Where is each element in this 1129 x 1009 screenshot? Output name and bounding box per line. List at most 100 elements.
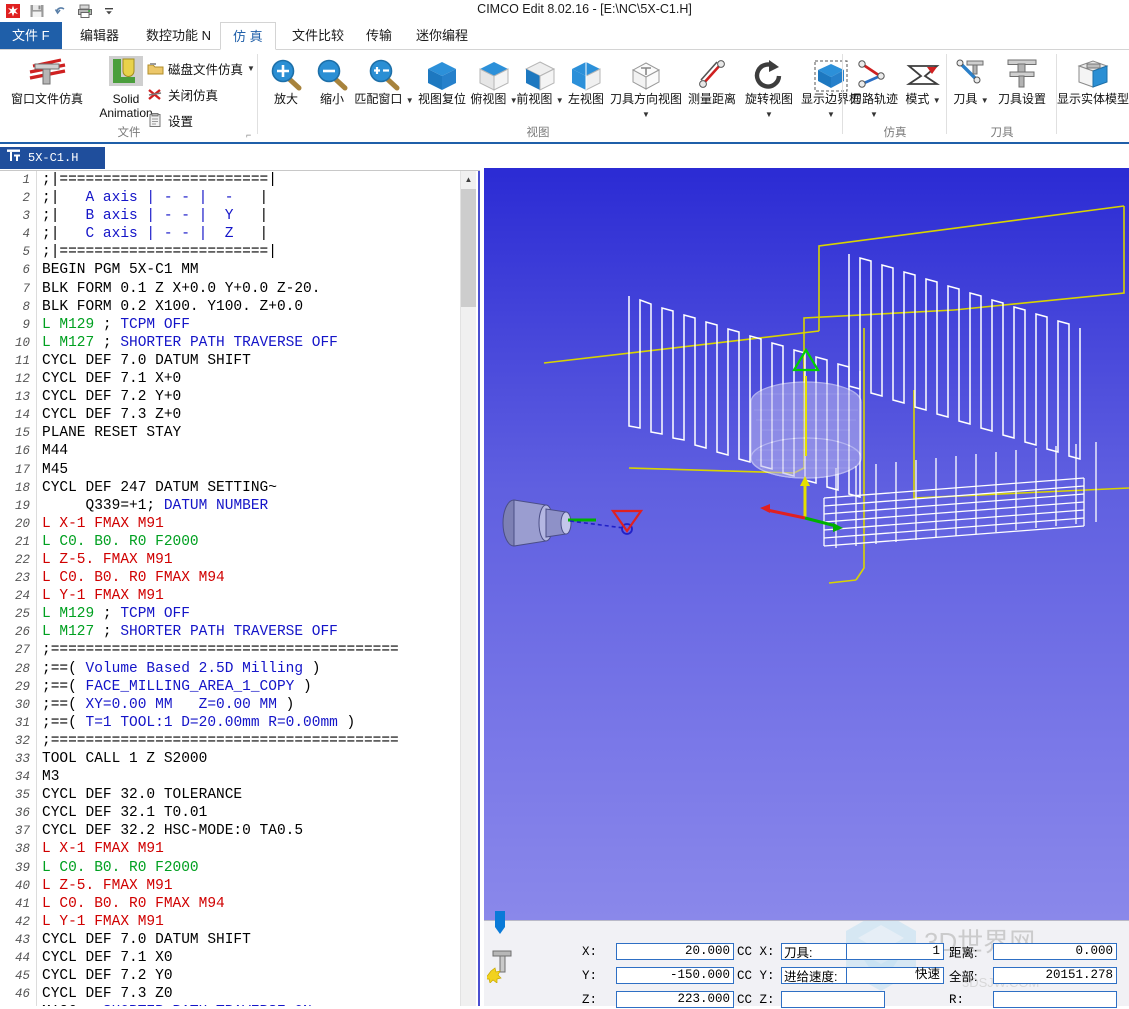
code-line[interactable]: 17 M45 [0, 460, 462, 479]
mode-button[interactable]: 模式 ▼ [901, 52, 945, 106]
code-line[interactable]: 43 CYCL DEF 7.0 DATUM SHIFT [0, 930, 462, 950]
code-line[interactable]: 42 L Y-1 FMAX M91 [0, 912, 462, 931]
code-line[interactable]: 41 L C0. B0. R0 FMAX M94 [0, 894, 462, 913]
code-line[interactable]: 21 L C0. B0. R0 F2000 [0, 532, 462, 551]
code-line[interactable]: 16 M44 [0, 442, 462, 461]
ribbon-tab-nc[interactable]: 数控功能 N [134, 22, 223, 50]
code-line[interactable]: 3 ;| B axis | - - | Y | [0, 207, 462, 226]
scrollbar-thumb[interactable] [461, 189, 476, 307]
file-group-dialog-launcher-icon[interactable]: ⌐ [246, 131, 255, 140]
code-line[interactable]: 28 ;==( Volume Based 2.5D Milling ) [0, 659, 462, 678]
code-line[interactable]: 35 CYCL DEF 32.0 TOLERANCE [0, 786, 462, 805]
status-x-field[interactable]: 20.000 [616, 943, 734, 960]
status-tool-field[interactable]: 1 [846, 943, 944, 960]
code-line[interactable]: 46 CYCL DEF 7.3 Z0 [0, 985, 462, 1004]
code-line[interactable]: 11 CYCL DEF 7.0 DATUM SHIFT [0, 351, 462, 371]
editor-vertical-scrollbar[interactable]: ▲ [460, 171, 476, 1006]
window-file-simulate-button[interactable]: 窗口文件仿真 [4, 52, 90, 106]
reset-view-button[interactable]: 视图复位 [412, 52, 472, 106]
code-line[interactable]: 23 L C0. B0. R0 FMAX M94 [0, 569, 462, 588]
code-line[interactable]: 37 CYCL DEF 32.2 HSC-MODE:0 TA0.5 [0, 822, 462, 841]
code-line[interactable]: 12 CYCL DEF 7.1 X+0 [0, 370, 462, 389]
scroll-up-arrow-icon[interactable]: ▲ [461, 171, 476, 187]
ribbon-tab-transfer[interactable]: 传输 [354, 22, 404, 50]
code-line[interactable]: 30 ;==( XY=0.00 MM Z=0.00 MM ) [0, 695, 462, 714]
toolpath-label: 刀路轨迹 [849, 92, 898, 106]
status-ccz-field[interactable] [781, 991, 885, 1008]
ribbon-tab-file[interactable]: 文件 F [0, 22, 62, 50]
chevron-down-icon[interactable]: ▼ [827, 110, 835, 119]
ribbon-tab-compare[interactable]: 文件比较 [280, 22, 356, 50]
front-view-button[interactable]: 前视图 ▼ [516, 52, 564, 106]
status-total-field[interactable]: 20151.278 [993, 967, 1117, 984]
code-line[interactable]: 44 CYCL DEF 7.1 X0 [0, 949, 462, 968]
status-z-field[interactable]: 223.000 [616, 991, 734, 1008]
code-line[interactable]: 24 L Y-1 FMAX M91 [0, 587, 462, 606]
status-feedrate-field[interactable]: 快速 [846, 967, 944, 984]
ribbon-tab-editor[interactable]: 编辑器 [68, 22, 131, 50]
line-number: 45 [14, 969, 30, 984]
ribbon-tab-simulation[interactable]: 仿 真 [220, 22, 276, 50]
code-line[interactable]: 8 BLK FORM 0.2 X100. Y100. Z+0.0 [0, 297, 462, 316]
chevron-down-icon[interactable]: ▼ [933, 96, 941, 105]
code-line[interactable]: 36 CYCL DEF 32.1 T0.01 [0, 804, 462, 823]
top-view-button[interactable]: 俯视图 ▼ [470, 52, 518, 106]
code-line[interactable]: 15 PLANE RESET STAY [0, 424, 462, 443]
code-line[interactable]: 34 M3 [0, 768, 462, 787]
status-r-field[interactable] [993, 991, 1117, 1008]
tool-settings-button[interactable]: 刀具设置 [991, 52, 1053, 106]
code-line[interactable]: 10 L M127 ; SHORTER PATH TRAVERSE OFF [0, 333, 462, 352]
code-line[interactable]: 22 L Z-5. FMAX M91 [0, 550, 462, 570]
chevron-down-icon[interactable]: ▼ [870, 110, 878, 119]
tool-button[interactable]: 刀具 ▼ [949, 52, 993, 106]
zoom-out-button[interactable]: 缩小 [308, 52, 356, 106]
code-line[interactable]: 6 BEGIN PGM 5X-C1 MM [0, 261, 462, 280]
ribbon-tab-strip[interactable]: 文件 F 编辑器 数控功能 N 仿 真 文件比较 传输 迷你编程 [0, 22, 1129, 50]
code-line[interactable]: 31 ;==( T=1 TOOL:1 D=20.00mm R=0.00mm ) [0, 713, 462, 732]
code-line[interactable]: 25 L M129 ; TCPM OFF [0, 605, 462, 624]
code-line[interactable]: 2 ;| A axis | - - | - | [0, 189, 462, 208]
code-editor[interactable]: 1 ;|========================| 2 ;| A axis |… [0, 171, 462, 1006]
code-line[interactable]: 4 ;| C axis | - - | Z | [0, 225, 462, 244]
code-line[interactable]: 29 ;==( FACE_MILLING_AREA_1_COPY ) [0, 677, 462, 696]
code-line[interactable]: 32 ;=====================================… [0, 731, 462, 750]
zoom-fit-button[interactable]: 匹配窗口 ▼ [354, 52, 414, 106]
document-tab-bar[interactable]: 5X-C1.H [0, 144, 480, 171]
tool-axis-view-button[interactable]: 刀具方向视图 ▼ [606, 52, 686, 120]
zoom-in-button[interactable]: 放大 [262, 52, 310, 106]
simulation-viewport[interactable] [484, 168, 1129, 920]
disk-file-simulate-button[interactable]: 磁盘文件仿真 ▼ [146, 57, 255, 79]
close-simulate-button[interactable]: 关闭仿真 [146, 83, 218, 105]
code-line[interactable]: 27 ;=====================================… [0, 641, 462, 660]
code-line[interactable]: 14 CYCL DEF 7.3 Z+0 [0, 406, 462, 425]
chevron-down-icon[interactable]: ▼ [247, 64, 255, 73]
code-line[interactable]: 9 L M129 ; TCPM OFF [0, 315, 462, 334]
left-view-button[interactable]: 左视图 [562, 52, 610, 106]
code-line[interactable]: 26 L M127 ; SHORTER PATH TRAVERSE OFF [0, 623, 462, 642]
code-line[interactable]: 38 L X-1 FMAX M91 [0, 840, 462, 859]
code-line[interactable]: 39 L C0. B0. R0 F2000 [0, 858, 462, 877]
code-line[interactable]: 5 ;|========================| [0, 243, 462, 262]
document-tab-5x-c1[interactable]: 5X-C1.H [0, 147, 105, 169]
show-solid-model-button[interactable]: 显示实体模型 [1057, 52, 1129, 106]
status-y-field[interactable]: -150.000 [616, 967, 734, 984]
viewport-top-bar [484, 144, 1129, 168]
chevron-down-icon[interactable]: ▼ [642, 110, 650, 119]
ribbon-tab-mini-prog[interactable]: 迷你编程 [404, 22, 480, 50]
code-line[interactable]: 45 CYCL DEF 7.2 Y0 [0, 967, 462, 986]
code-line[interactable]: 40 L Z-5. FMAX M91 [0, 876, 462, 895]
measure-distance-button[interactable]: 测量距离 [682, 52, 742, 106]
toolpath-button[interactable]: 刀路轨迹 ▼ [845, 52, 903, 120]
code-line[interactable]: 1 ;|========================| [0, 171, 462, 190]
code-line[interactable]: 33 TOOL CALL 1 Z S2000 [0, 750, 462, 769]
code-line[interactable]: 19 Q339=+1; DATUM NUMBER [0, 496, 462, 515]
code-line[interactable]: 18 CYCL DEF 247 DATUM SETTING~ [0, 478, 462, 497]
code-token: L M129 [42, 606, 103, 623]
code-line[interactable]: 7 BLK FORM 0.1 Z X+0.0 Y+0.0 Z-20. [0, 279, 462, 298]
rotate-view-button[interactable]: 旋转视图 ▼ [740, 52, 798, 120]
code-line[interactable]: 13 CYCL DEF 7.2 Y+0 [0, 388, 462, 407]
code-line[interactable]: 20 L X-1 FMAX M91 [0, 514, 462, 533]
chevron-down-icon[interactable]: ▼ [765, 110, 773, 119]
chevron-down-icon[interactable]: ▼ [981, 96, 989, 105]
status-distance-field[interactable]: 0.000 [993, 943, 1117, 960]
